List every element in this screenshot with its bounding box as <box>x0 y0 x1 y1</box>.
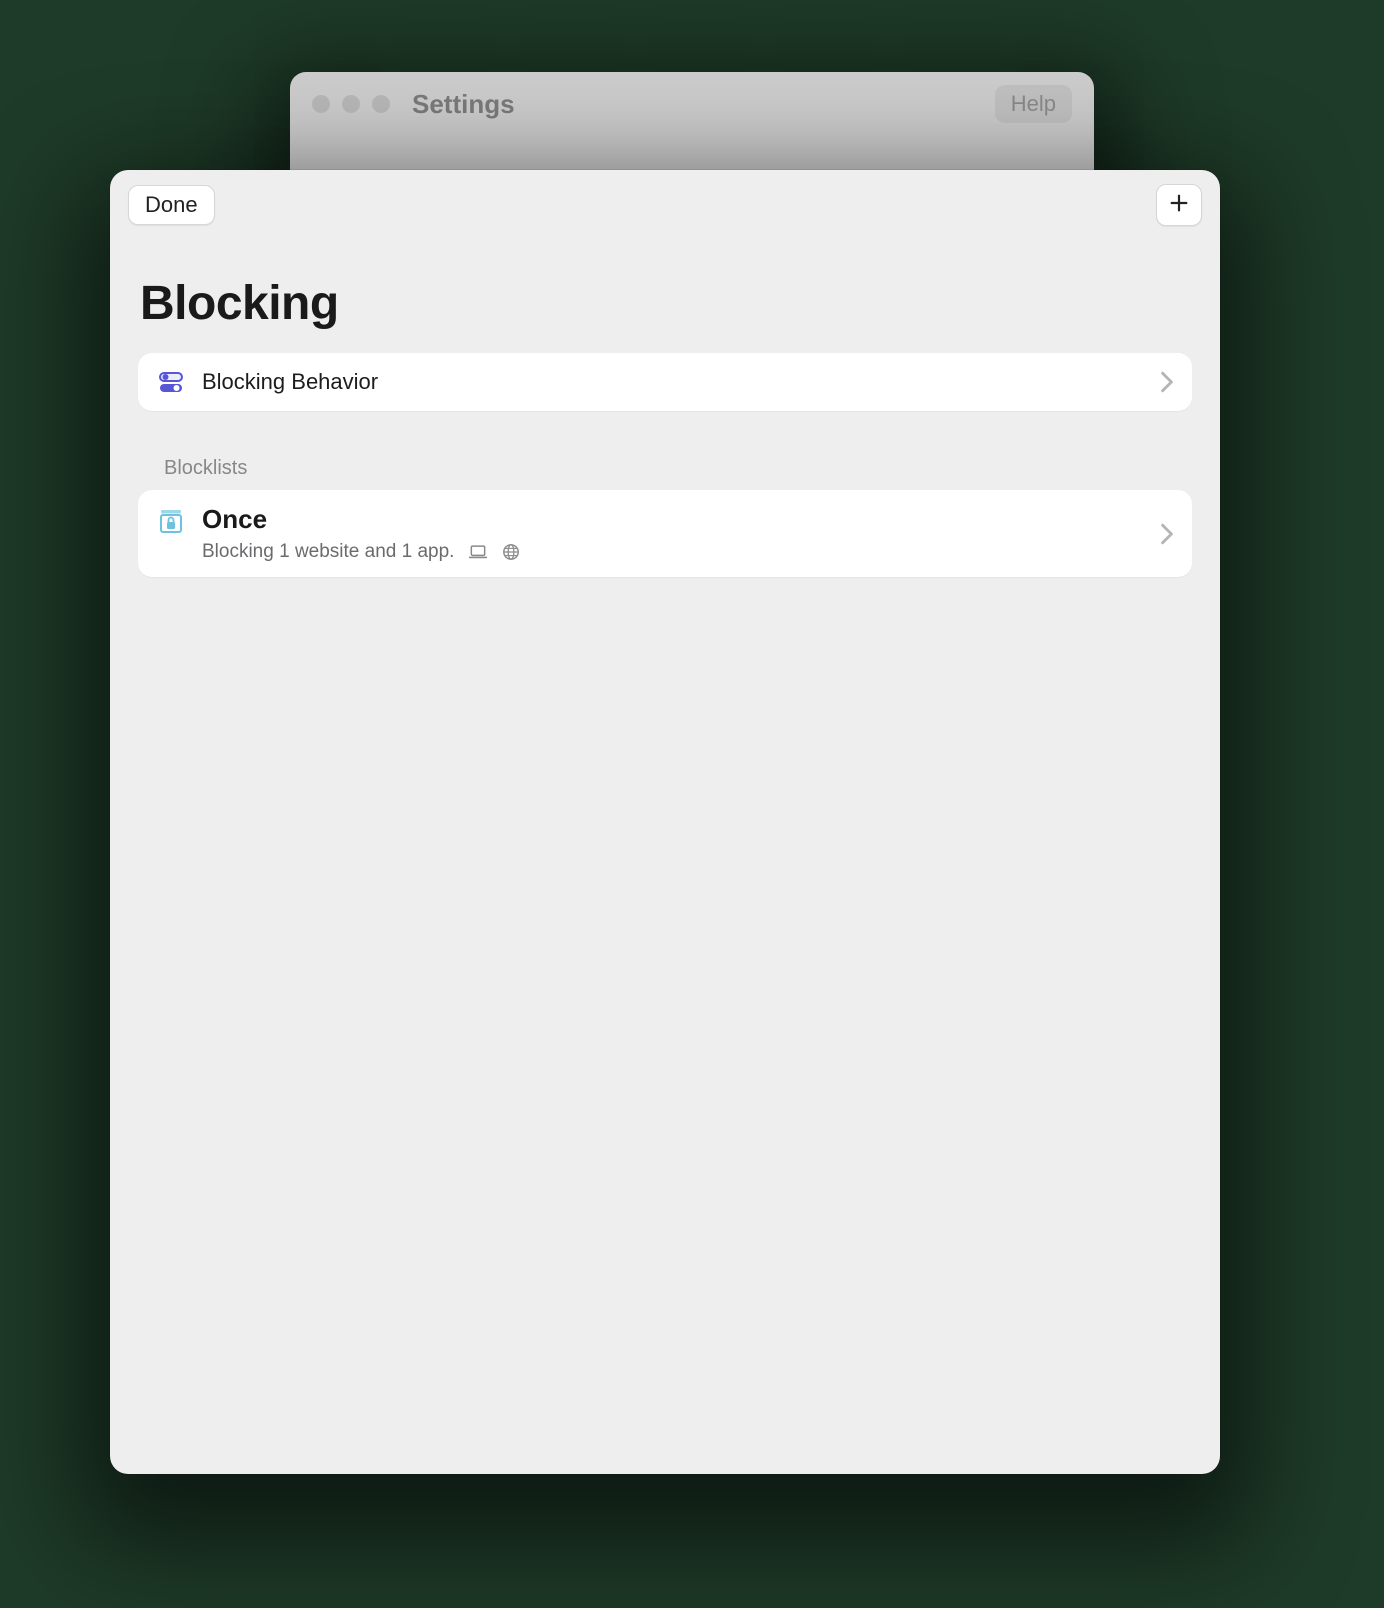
blocklist-subtitle: Blocking 1 website and 1 app. <box>202 541 454 563</box>
blocking-behavior-label: Blocking Behavior <box>202 369 378 395</box>
add-button[interactable] <box>1156 184 1202 226</box>
settings-title: Settings <box>412 89 515 120</box>
sheet-toolbar: Done <box>110 170 1220 240</box>
lock-page-icon <box>156 506 186 536</box>
chevron-right-icon <box>1160 523 1174 545</box>
laptop-icon <box>468 544 488 560</box>
blocklist-name: Once <box>202 504 520 535</box>
settings-titlebar: Settings Help <box>290 72 1094 136</box>
help-button[interactable]: Help <box>995 85 1072 123</box>
blocklist-subtitle-row: Blocking 1 website and 1 app. <box>202 541 520 563</box>
blocking-sheet: Done Blocking Blocking Behavior <box>110 170 1220 1474</box>
done-button[interactable]: Done <box>128 185 215 225</box>
toggles-icon <box>156 367 186 397</box>
traffic-light-zoom[interactable] <box>372 95 390 113</box>
blocking-behavior-row[interactable]: Blocking Behavior <box>138 353 1192 411</box>
blocklists-section-label: Blocklists <box>164 457 1192 480</box>
plus-icon <box>1168 189 1190 221</box>
blocklist-body: Once Blocking 1 website and 1 app. <box>202 504 520 563</box>
traffic-light-minimize[interactable] <box>342 95 360 113</box>
traffic-light-close[interactable] <box>312 95 330 113</box>
globe-icon <box>502 543 520 561</box>
settings-parent-window: Settings Help <box>290 72 1094 182</box>
traffic-lights <box>312 95 390 113</box>
blocklist-row[interactable]: Once Blocking 1 website and 1 app. <box>138 490 1192 577</box>
sheet-content: Blocking Blocking Behavior Blocklists <box>110 240 1220 577</box>
chevron-right-icon <box>1160 371 1174 393</box>
page-title: Blocking <box>140 276 1192 331</box>
